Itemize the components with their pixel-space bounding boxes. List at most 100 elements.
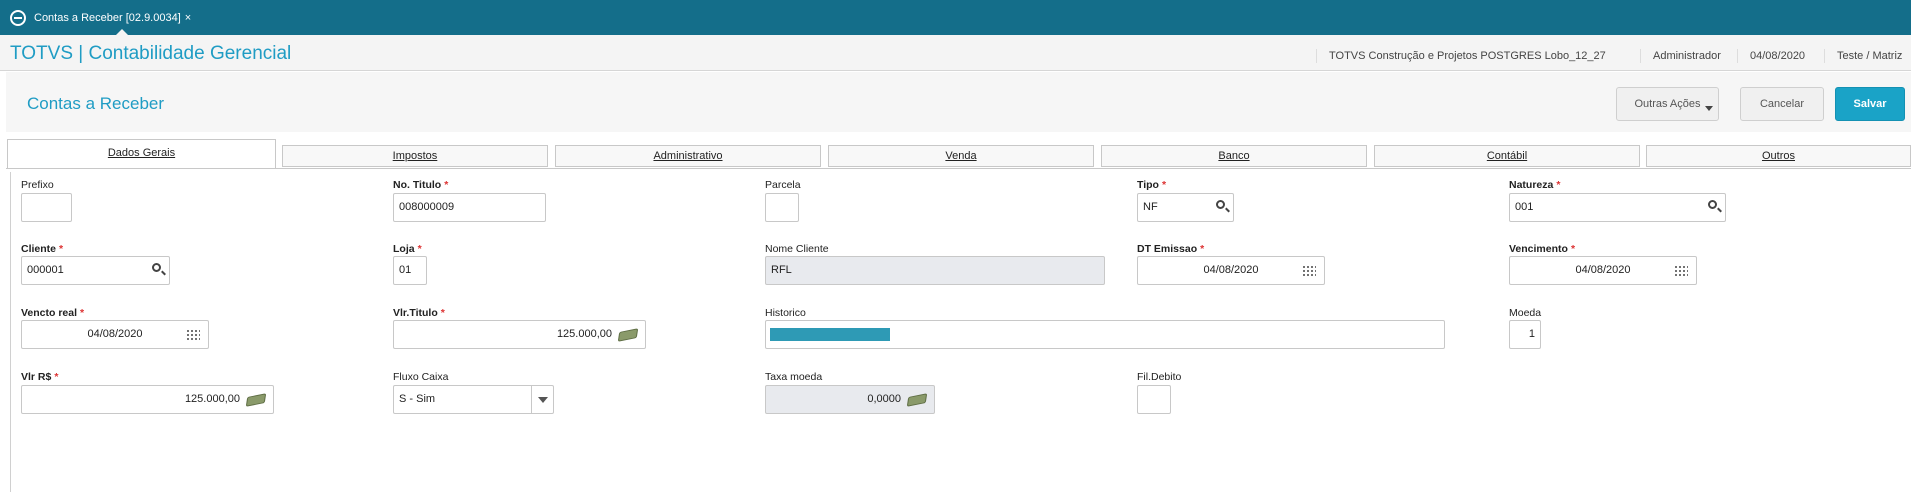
vencimento-value: 04/08/2020 <box>1575 264 1631 276</box>
vencimento-label: Vencimento * <box>1509 243 1575 255</box>
save-button[interactable]: Salvar <box>1835 87 1905 121</box>
cliente-field[interactable]: 000001 <box>21 256 170 285</box>
required-mark: * <box>417 243 422 255</box>
vencto-real-field[interactable]: 04/08/2020 <box>21 320 209 349</box>
cliente-label-text: Cliente <box>21 243 57 255</box>
tab-dados-gerais[interactable]: Dados Gerais <box>7 139 276 168</box>
required-mark: * <box>1200 243 1205 255</box>
fluxo-caixa-value: S - Sim <box>399 393 436 405</box>
cliente-label: Cliente * <box>21 243 63 255</box>
page-title: Contas a Receber <box>27 94 165 113</box>
tab-impostos[interactable]: Impostos <box>282 145 548 167</box>
open-program-tab-label: Contas a Receber [02.9.0034] <box>34 12 181 24</box>
moeda-label: Moeda <box>1509 307 1542 319</box>
tipo-label: Tipo * <box>1137 179 1166 191</box>
moeda-field[interactable]: 1 <box>1509 320 1541 349</box>
tab-divider <box>6 168 1911 169</box>
required-mark: * <box>444 179 449 191</box>
vlr-titulo-value: 125.000,00 <box>556 328 612 340</box>
calendar-icon[interactable] <box>186 329 200 341</box>
dt-emissao-value: 04/08/2020 <box>1203 264 1259 276</box>
fil-debito-label: Fil.Debito <box>1137 371 1182 383</box>
vlr-rs-value: 125.000,00 <box>184 393 240 405</box>
tipo-field[interactable]: NF <box>1137 193 1234 222</box>
required-mark: * <box>1570 243 1576 255</box>
dt-emissao-field[interactable]: 04/08/2020 <box>1137 256 1325 285</box>
titulo-value: 008000009 <box>399 201 455 213</box>
chevron-down-icon[interactable] <box>531 386 553 413</box>
app-title: TOTVS | Contabilidade Gerencial <box>10 43 292 64</box>
vlr-rs-field[interactable]: 125.000,00 <box>21 385 274 414</box>
close-icon[interactable]: × <box>185 12 191 24</box>
titulo-label-text: No. Titulo <box>393 179 442 191</box>
vencto-real-value: 04/08/2020 <box>87 328 143 340</box>
fluxo-caixa-label: Fluxo Caixa <box>393 371 449 383</box>
required-mark: * <box>54 371 59 383</box>
dt-emissao-label-text: DT Emissao <box>1137 243 1198 255</box>
branch-info[interactable]: Teste / Matriz <box>1824 49 1902 63</box>
parcela-field[interactable] <box>765 193 799 222</box>
tab-venda[interactable]: Venda <box>828 145 1094 167</box>
titulo-label: No. Titulo * <box>393 179 448 191</box>
loja-field[interactable]: 01 <box>393 256 427 285</box>
titulo-field[interactable]: 008000009 <box>393 193 546 222</box>
natureza-label-text: Natureza <box>1509 179 1554 191</box>
user-info[interactable]: Administrador <box>1640 49 1721 63</box>
app-header: TOTVS | Contabilidade Gerencial TOTVS Co… <box>0 35 1911 71</box>
calendar-icon[interactable] <box>1674 265 1688 277</box>
vencimento-field[interactable]: 04/08/2020 <box>1509 256 1697 285</box>
natureza-value: 001 <box>1515 201 1534 213</box>
vlr-rs-label: Vlr R$ * <box>21 371 58 383</box>
loja-label: Loja * <box>393 243 422 255</box>
tipo-label-text: Tipo <box>1137 179 1159 191</box>
historico-field[interactable] <box>765 320 1445 349</box>
search-icon[interactable] <box>152 263 161 272</box>
search-icon[interactable] <box>1708 200 1717 209</box>
loja-label-text: Loja <box>393 243 415 255</box>
vlr-titulo-label-text: Vlr.Titulo <box>393 307 438 319</box>
required-mark: * <box>1556 179 1561 191</box>
open-program-tab[interactable]: Contas a Receber [02.9.0034] × <box>34 8 191 28</box>
tab-outros[interactable]: Outros <box>1646 145 1911 167</box>
more-actions-button[interactable]: Outras Ações <box>1616 87 1719 121</box>
nome-cliente-field: RFL <box>765 256 1105 285</box>
totvs-logo-icon[interactable] <box>10 10 26 26</box>
top-bar: Contas a Receber [02.9.0034] × <box>0 0 1911 35</box>
loja-value: 01 <box>399 264 412 276</box>
tab-administrativo[interactable]: Administrativo <box>555 145 821 167</box>
taxa-moeda-field: 0,0000 <box>765 385 935 414</box>
historico-label: Historico <box>765 307 806 319</box>
taxa-moeda-value: 0,0000 <box>867 393 901 405</box>
dt-emissao-label: DT Emissao * <box>1137 243 1204 255</box>
required-mark: * <box>80 307 85 319</box>
natureza-field[interactable]: 001 <box>1509 193 1726 222</box>
cancel-button[interactable]: Cancelar <box>1740 87 1824 121</box>
search-icon[interactable] <box>1216 200 1225 209</box>
tipo-value: NF <box>1143 201 1158 213</box>
vencto-real-label-text: Vencto real <box>21 307 78 319</box>
content-border <box>10 172 11 492</box>
parcela-label: Parcela <box>765 179 801 191</box>
company-info[interactable]: TOTVS Construção e Projetos POSTGRES Lob… <box>1316 49 1606 63</box>
text-selection-highlight <box>770 328 890 341</box>
page-header: Contas a Receber Outras Ações Cancelar S… <box>6 72 1911 132</box>
fil-debito-field[interactable] <box>1137 385 1171 414</box>
fluxo-caixa-select[interactable]: S - Sim <box>393 385 554 414</box>
required-mark: * <box>440 307 445 319</box>
more-actions-label: Outras Ações <box>1634 98 1701 110</box>
moeda-value: 1 <box>1528 328 1535 340</box>
nome-cliente-label: Nome Cliente <box>765 243 829 255</box>
vencimento-label-text: Vencimento <box>1509 243 1568 255</box>
prefixo-field[interactable] <box>21 193 72 222</box>
tab-banco[interactable]: Banco <box>1101 145 1367 167</box>
vlr-titulo-field[interactable]: 125.000,00 <box>393 320 646 349</box>
cliente-value: 000001 <box>27 264 64 276</box>
required-mark: * <box>1161 179 1167 191</box>
calendar-icon[interactable] <box>1302 265 1316 277</box>
taxa-moeda-label: Taxa moeda <box>765 371 823 383</box>
vencto-real-label: Vencto real * <box>21 307 84 319</box>
chevron-down-icon <box>1705 106 1713 111</box>
required-mark: * <box>59 243 64 255</box>
tab-contabil[interactable]: Contábil <box>1374 145 1640 167</box>
date-info[interactable]: 04/08/2020 <box>1737 49 1805 63</box>
